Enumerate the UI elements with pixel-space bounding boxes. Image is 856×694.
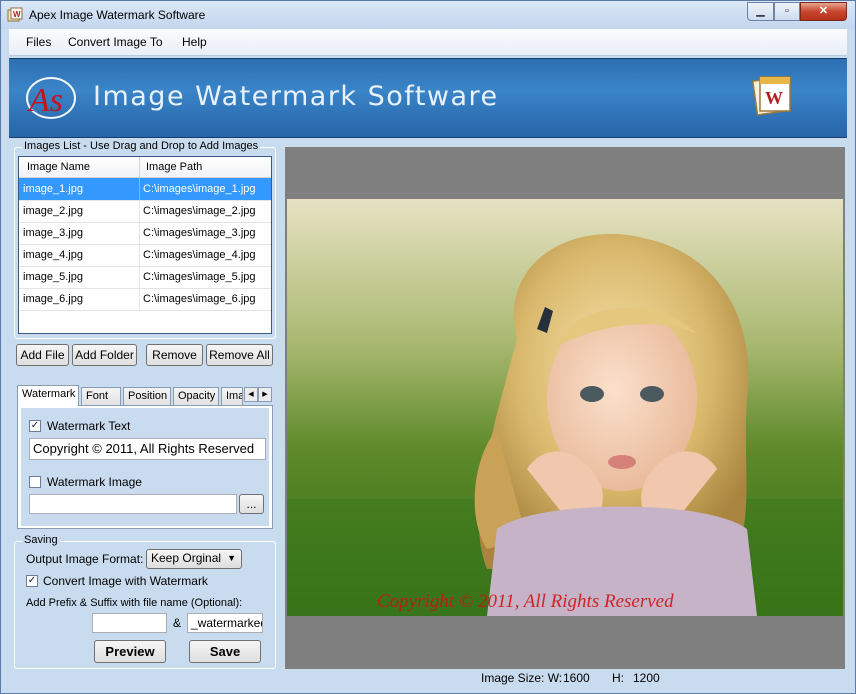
prefix-suffix-label: Add Prefix & Suffix with file name (Opti… xyxy=(26,597,243,609)
tab-position[interactable]: Position xyxy=(123,387,171,405)
menu-help[interactable]: Help xyxy=(182,35,207,49)
tab-image[interactable]: Ima xyxy=(221,387,243,405)
title-bar[interactable]: W Apex Image Watermark Software ▁ ▫ ✕ xyxy=(1,1,855,29)
watermark-text-input[interactable]: Copyright © 2011, All Rights Reserved xyxy=(29,438,266,460)
add-folder-button[interactable]: Add Folder xyxy=(72,344,137,366)
table-row[interactable]: image_5.jpg C:\images\image_5.jpg xyxy=(19,266,271,289)
suffix-input[interactable]: _watermarked xyxy=(187,613,263,633)
saving-legend: Saving xyxy=(22,534,60,546)
girl-photo-image xyxy=(287,199,843,616)
table-row[interactable]: image_4.jpg C:\images\image_4.jpg xyxy=(19,244,271,267)
watermark-image-label: Watermark Image xyxy=(47,475,142,489)
images-list-legend: Images List - Use Drag and Drop to Add I… xyxy=(22,140,261,152)
menu-files[interactable]: Files xyxy=(26,35,51,49)
tab-scroll-left-icon[interactable]: ◀ xyxy=(244,387,258,402)
banner-title: Image Watermark Software xyxy=(93,81,499,112)
remove-all-button[interactable]: Remove All xyxy=(206,344,273,366)
table-row[interactable]: image_1.jpg C:\images\image_1.jpg xyxy=(19,178,271,201)
watermark-image-checkbox[interactable] xyxy=(29,476,41,488)
watermark-text-checkbox[interactable]: ✓ xyxy=(29,420,41,432)
output-format-select[interactable]: Keep Orginal ▼ xyxy=(146,549,242,569)
close-button[interactable]: ✕ xyxy=(800,2,847,21)
image-preview-pane: Copyright © 2011, All Rights Reserved xyxy=(285,147,845,669)
menu-convert-image-to[interactable]: Convert Image To xyxy=(68,35,163,49)
header-banner: As Image Watermark Software W xyxy=(9,58,847,138)
tab-opacity[interactable]: Opacity xyxy=(173,387,219,405)
brand-logo: As xyxy=(26,77,76,119)
window-title: Apex Image Watermark Software xyxy=(29,8,206,22)
maximize-button[interactable]: ▫ xyxy=(774,2,800,21)
tab-scroll-right-icon[interactable]: ▶ xyxy=(258,387,272,402)
images-list[interactable]: Image Name Image Path image_1.jpg C:\ima… xyxy=(18,156,272,334)
tab-font[interactable]: Font xyxy=(81,387,121,405)
remove-button[interactable]: Remove xyxy=(146,344,203,366)
menu-bar: Files Convert Image To Help xyxy=(9,29,847,56)
watermark-text-label: Watermark Text xyxy=(47,419,131,433)
image-height-value: 1200 xyxy=(633,671,660,685)
svg-text:W: W xyxy=(765,88,783,108)
preview-photo: Copyright © 2011, All Rights Reserved xyxy=(287,199,843,616)
image-height-label: H: xyxy=(612,671,624,685)
watermark-options-tabs: Watermark Font Position Opacity Ima ◀ ▶ xyxy=(15,385,275,406)
preview-button[interactable]: Preview xyxy=(94,640,166,663)
chevron-down-icon: ▼ xyxy=(227,553,236,563)
list-header: Image Name Image Path xyxy=(19,157,271,178)
tab-watermark[interactable]: Watermark xyxy=(17,385,79,406)
convert-with-watermark-checkbox[interactable]: ✓ xyxy=(26,575,38,587)
document-watermark-icon: W xyxy=(751,76,791,116)
svg-text:W: W xyxy=(13,10,21,19)
browse-button[interactable]: ... xyxy=(239,494,264,514)
output-format-label: Output Image Format: xyxy=(26,552,144,566)
image-size-label: Image Size: W: xyxy=(481,671,563,685)
image-width-value: 1600 xyxy=(563,671,590,685)
svg-text:As: As xyxy=(27,82,63,119)
watermark-overlay-text: Copyright © 2011, All Rights Reserved xyxy=(377,591,674,612)
save-button[interactable]: Save xyxy=(189,640,261,663)
add-file-button[interactable]: Add File xyxy=(16,344,69,366)
table-row[interactable]: image_2.jpg C:\images\image_2.jpg xyxy=(19,200,271,223)
watermark-tab-panel: ✓ Watermark Text Copyright © 2011, All R… xyxy=(17,405,273,529)
table-row[interactable]: image_3.jpg C:\images\image_3.jpg xyxy=(19,222,271,245)
ampersand-label: & xyxy=(173,616,182,630)
column-image-path[interactable]: Image Path xyxy=(146,161,202,173)
watermark-image-path-input[interactable] xyxy=(29,494,237,514)
prefix-input[interactable] xyxy=(92,613,167,633)
column-image-name[interactable]: Image Name xyxy=(27,161,90,173)
convert-with-watermark-label: Convert Image with Watermark xyxy=(43,574,208,588)
table-row[interactable]: image_6.jpg C:\images\image_6.jpg xyxy=(19,288,271,311)
app-window: W Apex Image Watermark Software ▁ ▫ ✕ Fi… xyxy=(0,0,856,694)
app-icon: W xyxy=(7,7,23,22)
minimize-button[interactable]: ▁ xyxy=(747,2,774,21)
